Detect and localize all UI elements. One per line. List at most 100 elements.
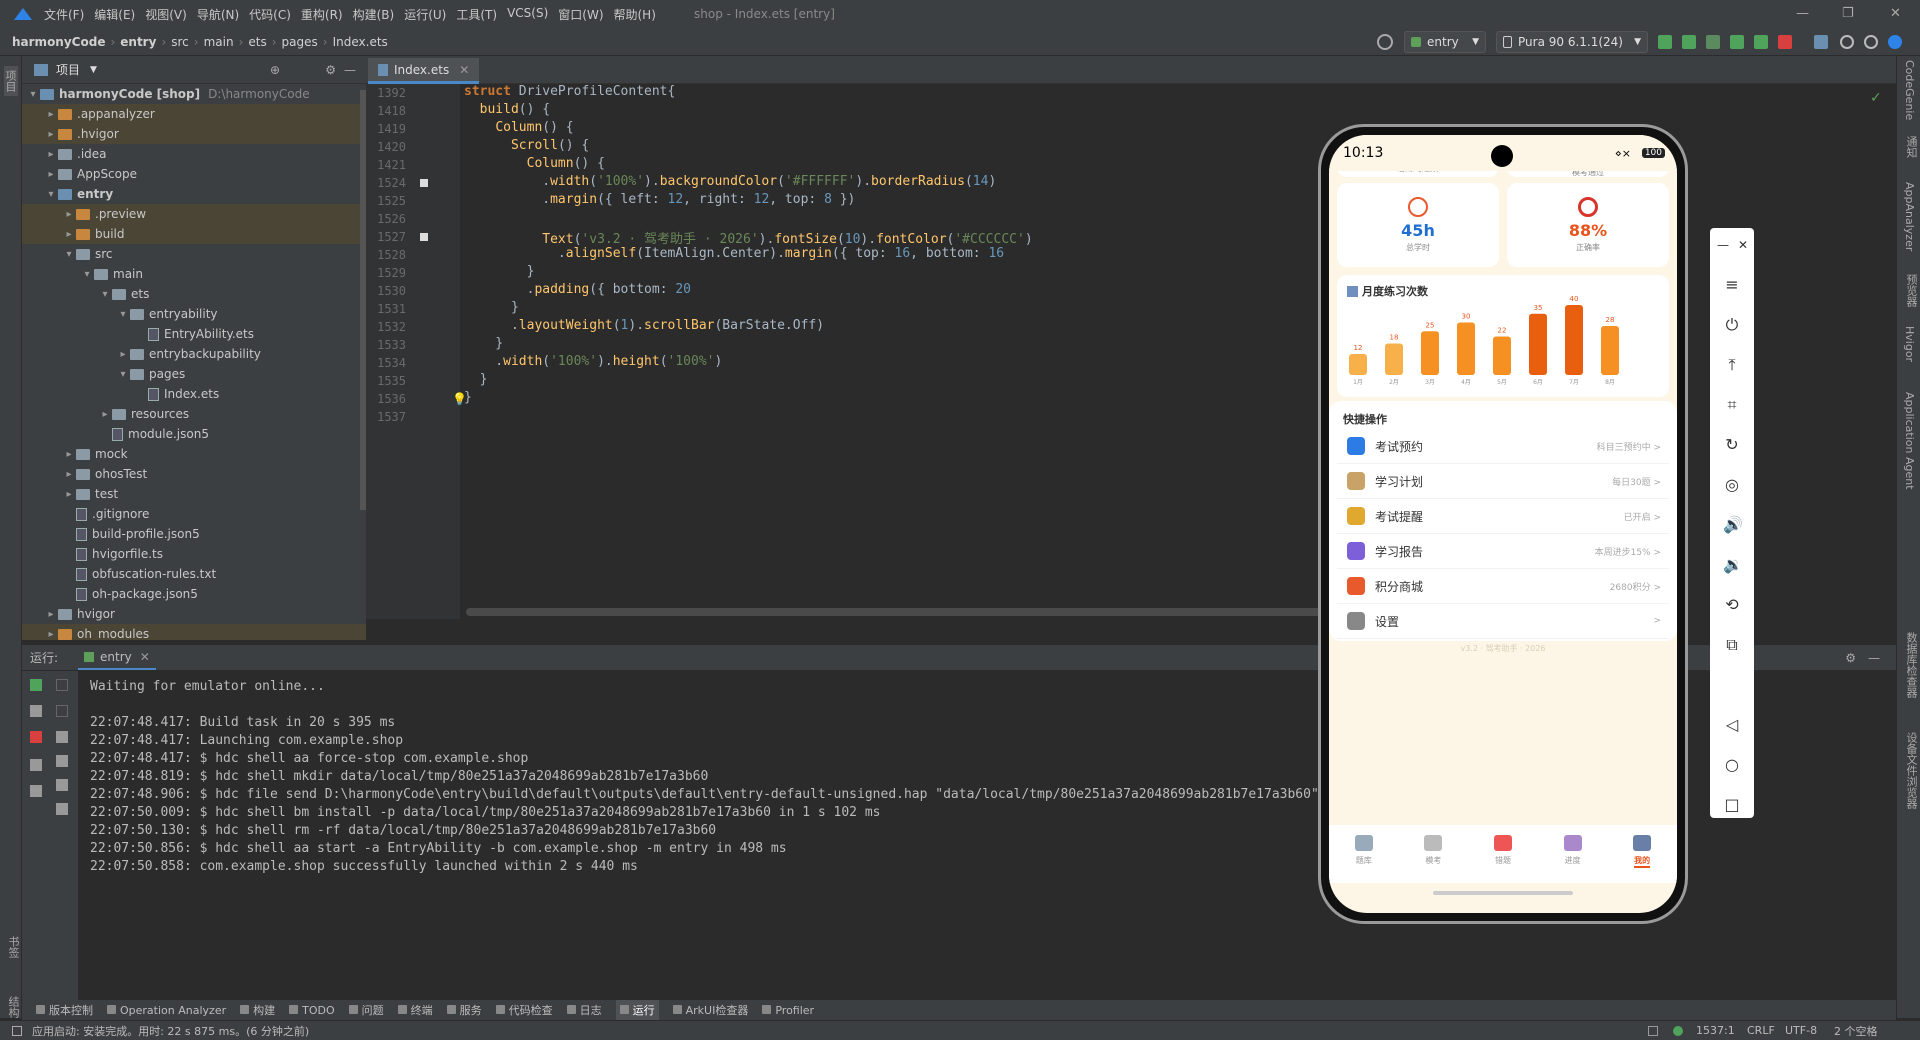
chevron-right-icon[interactable]: ▸ — [62, 469, 76, 480]
chevron-right-icon[interactable]: ▸ — [62, 449, 76, 460]
code-line[interactable]: Column() { — [464, 156, 605, 171]
close-icon[interactable]: ✕ — [1734, 236, 1752, 254]
code-line[interactable]: } — [464, 372, 488, 387]
tree-node[interactable]: ▸ AppScope — [22, 164, 366, 184]
rotate-screen-icon[interactable]: ⟲ — [1723, 596, 1741, 614]
multi-window-icon[interactable]: ⧉ — [1723, 636, 1741, 654]
tree-node[interactable]: ▸ mock — [22, 444, 366, 464]
menu-item[interactable]: 帮助(H) — [614, 6, 656, 23]
tree-node[interactable]: Index.ets — [22, 384, 366, 404]
chevron-down-icon[interactable]: ▾ — [116, 309, 130, 320]
code-line[interactable]: .layoutWeight(1).scrollBar(BarState.Off) — [464, 318, 824, 333]
quick-action-row[interactable]: 学习计划 每日30题 > — [1337, 464, 1669, 499]
tree-node[interactable]: ▸ .preview — [22, 204, 366, 224]
code-line[interactable]: Column() { — [464, 120, 573, 135]
code-line[interactable]: build() { — [464, 102, 550, 117]
screenshot-icon[interactable]: ◎ — [1723, 476, 1741, 494]
bottom-tab[interactable]: TODO — [289, 1004, 335, 1017]
right-tool-button[interactable]: AppAnalyzer — [1903, 182, 1916, 251]
search-icon[interactable] — [1840, 35, 1854, 49]
chevron-right-icon[interactable]: ▸ — [44, 609, 58, 620]
phone-tab[interactable]: 我的 — [1607, 825, 1677, 883]
tree-node[interactable]: build-profile.json5 — [22, 524, 366, 544]
wrench-icon[interactable] — [30, 705, 42, 717]
quick-action-row[interactable]: 学习报告 本周进步15% > — [1337, 534, 1669, 569]
pin-top-icon[interactable]: ⤒ — [1723, 356, 1741, 374]
print-icon[interactable] — [56, 779, 68, 791]
tree-node[interactable]: oh-package.json5 — [22, 584, 366, 604]
bottom-tab[interactable]: 构建 — [240, 1002, 275, 1018]
chevron-right-icon[interactable]: ▸ — [44, 109, 58, 120]
scroll-up-icon[interactable] — [56, 679, 68, 691]
tree-node[interactable]: EntryAbility.ets — [22, 324, 366, 344]
code-line[interactable]: .margin({ left: 12, right: 12, top: 8 }) — [464, 192, 855, 207]
maximize-button[interactable]: ❐ — [1842, 6, 1854, 21]
tree-node[interactable]: ▸ .idea — [22, 144, 366, 164]
scroll-down-icon[interactable] — [56, 705, 68, 717]
menu-item[interactable]: 工具(T) — [456, 6, 497, 23]
tree-node[interactable]: module.json5 — [22, 424, 366, 444]
tree-node[interactable]: ▸ oh_modules — [22, 624, 366, 640]
right-tool-button[interactable]: 设备文件浏览器 — [1903, 732, 1919, 809]
apply-changes-icon[interactable] — [1730, 35, 1744, 49]
code-line[interactable]: Text('v3.2 · 驾考助手 · 2026').fontSize(10).… — [464, 228, 1032, 247]
file-encoding[interactable]: UTF-8 — [1785, 1024, 1817, 1037]
quick-action-row[interactable]: 考试预约 科目三预约中 > — [1337, 429, 1669, 464]
stop-icon[interactable] — [30, 731, 42, 743]
tree-node[interactable]: ▸ entrybackupability — [22, 344, 366, 364]
quick-action-row[interactable]: 积分商城 2680积分 > — [1337, 569, 1669, 604]
chevron-right-icon[interactable]: ▸ — [44, 169, 58, 180]
attach-debugger-icon[interactable] — [1706, 35, 1720, 49]
tree-node[interactable]: ▾ entryability — [22, 304, 366, 324]
run-tab-entry[interactable]: entry ✕ — [78, 646, 156, 670]
bottom-tab[interactable]: Profiler — [762, 1004, 814, 1017]
chevron-down-icon[interactable]: ▾ — [80, 269, 94, 280]
code-line[interactable]: } — [464, 264, 535, 279]
chevron-down-icon[interactable]: ▾ — [62, 249, 76, 260]
target-icon[interactable] — [1377, 34, 1393, 50]
code-line[interactable]: .width('100%').height('100%') — [464, 354, 722, 369]
soft-wrap-icon[interactable] — [56, 731, 68, 743]
tree-node[interactable]: .gitignore — [22, 504, 366, 524]
chevron-right-icon[interactable]: ▸ — [44, 629, 58, 640]
chevron-down-icon[interactable]: ▼ — [90, 65, 97, 75]
right-tool-button[interactable]: CodeGenie — [1903, 60, 1916, 120]
menu-item[interactable]: 视图(V) — [145, 6, 187, 23]
chevron-down-icon[interactable]: ▾ — [98, 289, 112, 300]
bookmarks-tool-button[interactable]: 书签 — [5, 936, 21, 958]
phone-tab[interactable]: 题库 — [1329, 825, 1399, 883]
menu-item[interactable]: 代码(C) — [249, 6, 291, 23]
code-line[interactable]: } — [464, 336, 503, 351]
tree-node[interactable]: hvigorfile.ts — [22, 544, 366, 564]
tree-node[interactable]: ▸ resources — [22, 404, 366, 424]
menu-item[interactable]: 重构(R) — [301, 6, 343, 23]
hide-icon[interactable]: — — [1868, 651, 1880, 665]
code-line[interactable]: } — [464, 390, 472, 405]
bottom-tab[interactable]: ArkUI检查器 — [672, 1002, 748, 1018]
tree-node[interactable]: ▾ pages — [22, 364, 366, 384]
rerun-icon[interactable] — [30, 679, 42, 691]
code-line[interactable]: .padding({ bottom: 20 — [464, 282, 691, 297]
menu-item[interactable]: 窗口(W) — [558, 6, 603, 23]
trash-icon[interactable] — [56, 803, 68, 815]
breadcrumb-item[interactable]: src — [171, 35, 189, 49]
layout-icon[interactable] — [30, 759, 42, 771]
right-tool-button[interactable]: 预览器 — [1903, 274, 1919, 307]
phone-tab[interactable]: 模考 — [1399, 825, 1469, 883]
bottom-tab[interactable]: 日志 — [566, 1002, 602, 1018]
close-button[interactable]: ✕ — [1890, 6, 1901, 21]
menu-item[interactable]: VCS(S) — [507, 6, 548, 23]
stop-icon[interactable] — [1778, 35, 1792, 49]
tree-node[interactable]: ▸ hvigor — [22, 604, 366, 624]
breakpoint-marker-icon[interactable] — [420, 233, 428, 241]
minimize-button[interactable]: — — [1796, 6, 1809, 21]
chevron-right-icon[interactable]: ▸ — [44, 129, 58, 140]
breadcrumb-item[interactable]: entry — [120, 35, 156, 49]
editor-horizontal-scrollbar[interactable] — [466, 608, 1346, 616]
volume-up-icon[interactable]: 🔊 — [1723, 516, 1743, 534]
tree-node[interactable]: ▸ build — [22, 224, 366, 244]
chevron-right-icon[interactable]: ▸ — [62, 229, 76, 240]
right-tool-button[interactable]: 通知 — [1903, 136, 1919, 158]
right-tool-button[interactable]: Hvigor — [1903, 326, 1916, 362]
structure-tool-button[interactable]: 结构 — [5, 996, 21, 1018]
